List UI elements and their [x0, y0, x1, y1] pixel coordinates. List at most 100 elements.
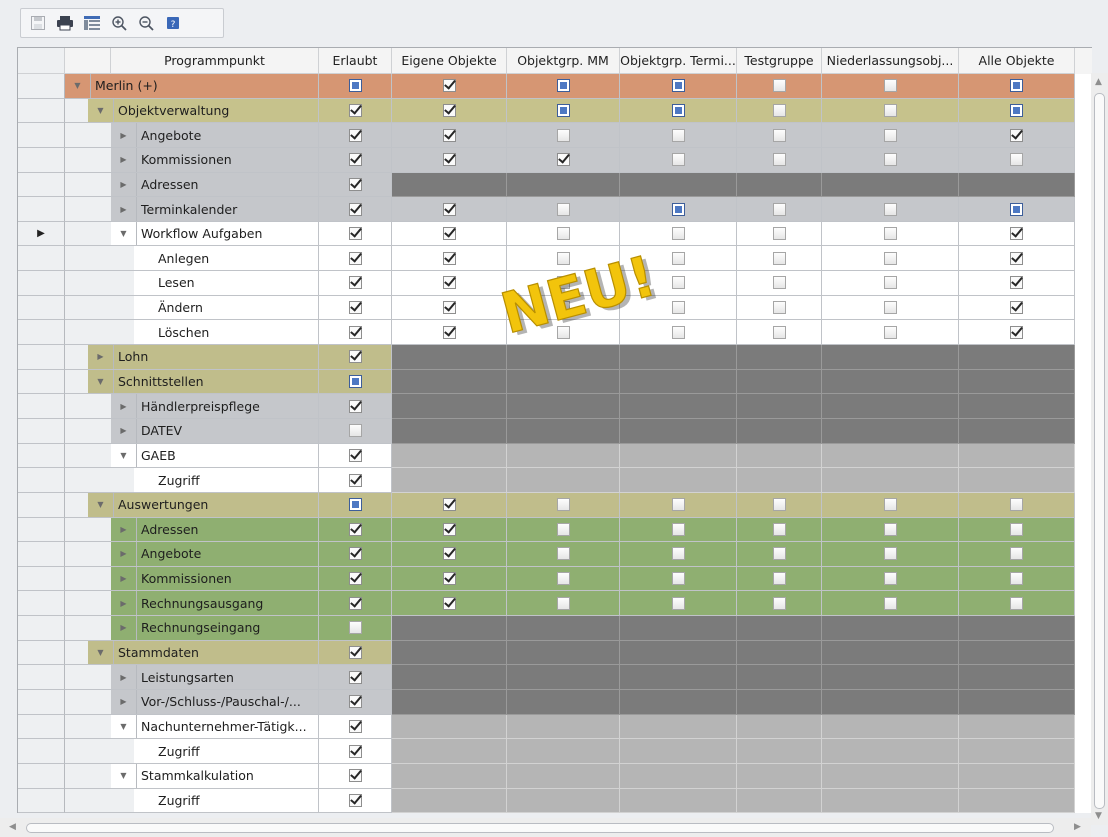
permission-cell-testgruppe[interactable]: [737, 295, 822, 321]
erlaubt-cell[interactable]: [319, 98, 392, 124]
zoom-out-icon[interactable]: [134, 11, 158, 35]
collapse-icon[interactable]: ▼: [88, 493, 113, 517]
permission-checkbox[interactable]: [556, 498, 570, 512]
permission-checkbox[interactable]: [1010, 301, 1023, 315]
column-header-objektgrp-mm[interactable]: Objektgrp. MM: [507, 48, 620, 74]
erlaubt-cell[interactable]: [319, 271, 392, 296]
scroll-right-icon[interactable]: ▶: [1074, 822, 1081, 832]
permission-checkbox[interactable]: [442, 498, 456, 512]
permission-cell-objektgrp-termi[interactable]: [620, 123, 737, 148]
table-row[interactable]: ▶ Adressen: [18, 517, 1092, 543]
erlaubt-checkbox[interactable]: [348, 276, 362, 290]
erlaubt-cell[interactable]: [319, 714, 392, 740]
erlaubt-cell[interactable]: [319, 542, 392, 567]
erlaubt-checkbox[interactable]: [348, 670, 362, 684]
column-chooser-icon[interactable]: [80, 11, 104, 35]
permission-checkbox[interactable]: [883, 547, 897, 561]
erlaubt-cell[interactable]: [319, 147, 392, 173]
permission-checkbox[interactable]: [1010, 202, 1023, 216]
expand-icon[interactable]: ▶: [111, 665, 136, 689]
permission-cell-eigene-objekte[interactable]: [392, 123, 507, 148]
erlaubt-cell[interactable]: [319, 665, 392, 691]
tree-cell[interactable]: ▶ Adressen: [65, 172, 319, 198]
permission-cell-alle-objekte[interactable]: [959, 591, 1075, 617]
erlaubt-checkbox[interactable]: [348, 79, 362, 93]
permission-checkbox[interactable]: [883, 522, 897, 536]
table-row[interactable]: ▶ Händlerpreispflege: [18, 394, 1092, 419]
horizontal-scroll-thumb[interactable]: [26, 823, 1054, 833]
permission-checkbox[interactable]: [671, 572, 685, 586]
erlaubt-cell[interactable]: [319, 345, 392, 370]
erlaubt-checkbox[interactable]: [348, 202, 362, 216]
collapse-icon[interactable]: ▼: [88, 370, 113, 394]
permission-cell-objektgrp-termi[interactable]: [620, 542, 737, 567]
permission-checkbox[interactable]: [883, 103, 897, 117]
permission-checkbox[interactable]: [883, 572, 897, 586]
permission-checkbox[interactable]: [556, 202, 570, 216]
erlaubt-checkbox[interactable]: [348, 177, 362, 191]
tree-cell[interactable]: Zugriff: [65, 788, 319, 814]
permission-checkbox[interactable]: [883, 202, 897, 216]
erlaubt-checkbox[interactable]: [348, 744, 362, 758]
erlaubt-cell[interactable]: [319, 123, 392, 148]
permission-cell-objektgrp-termi[interactable]: [620, 320, 737, 346]
permission-checkbox[interactable]: [556, 103, 570, 117]
expand-icon[interactable]: ▶: [111, 542, 136, 566]
permission-checkbox[interactable]: [772, 301, 786, 315]
permission-checkbox[interactable]: [1010, 572, 1023, 586]
tree-cell[interactable]: Lesen: [65, 271, 319, 296]
permission-cell-objektgrp-mm[interactable]: [507, 591, 620, 617]
permission-checkbox[interactable]: [671, 202, 685, 216]
erlaubt-checkbox[interactable]: [348, 572, 362, 586]
permission-checkbox[interactable]: [772, 547, 786, 561]
permission-cell-eigene-objekte[interactable]: [392, 271, 507, 296]
tree-cell[interactable]: Zugriff: [65, 468, 319, 493]
erlaubt-cell[interactable]: [319, 369, 392, 395]
erlaubt-checkbox[interactable]: [348, 793, 362, 807]
permission-cell-testgruppe[interactable]: [737, 517, 822, 543]
permission-checkbox[interactable]: [883, 153, 897, 167]
permission-checkbox[interactable]: [671, 522, 685, 536]
permission-cell-niederlassungsobj[interactable]: [822, 492, 959, 518]
permission-cell-testgruppe[interactable]: [737, 221, 822, 247]
permission-checkbox[interactable]: [1010, 128, 1023, 142]
permission-cell-eigene-objekte[interactable]: [392, 147, 507, 173]
permission-cell-testgruppe[interactable]: [737, 147, 822, 173]
permission-cell-niederlassungsobj[interactable]: [822, 566, 959, 592]
permission-cell-objektgrp-termi[interactable]: [620, 197, 737, 222]
permission-cell-niederlassungsobj[interactable]: [822, 221, 959, 247]
permission-cell-alle-objekte[interactable]: [959, 123, 1075, 148]
table-row[interactable]: ▶ ▼ Workflow Aufgaben: [18, 221, 1092, 247]
tree-cell[interactable]: ▼ Nachunternehmer-Tätigk...: [65, 714, 319, 740]
permission-checkbox[interactable]: [1010, 498, 1023, 512]
permission-checkbox[interactable]: [556, 596, 570, 610]
permission-cell-eigene-objekte[interactable]: [392, 566, 507, 592]
permission-cell-eigene-objekte[interactable]: [392, 517, 507, 543]
permission-cell-eigene-objekte[interactable]: [392, 542, 507, 567]
permission-cell-objektgrp-mm[interactable]: [507, 221, 620, 247]
permission-checkbox[interactable]: [772, 325, 786, 339]
tree-cell[interactable]: ▼ Objektverwaltung: [65, 98, 319, 124]
erlaubt-cell[interactable]: [319, 591, 392, 617]
table-row[interactable]: ▶ Adressen: [18, 172, 1092, 198]
erlaubt-cell[interactable]: [319, 172, 392, 198]
erlaubt-checkbox[interactable]: [348, 103, 362, 117]
permission-checkbox[interactable]: [442, 79, 456, 93]
save-icon[interactable]: [26, 11, 50, 35]
table-row[interactable]: Zugriff: [18, 739, 1092, 764]
erlaubt-cell[interactable]: [319, 640, 392, 666]
scroll-up-icon[interactable]: ▲: [1095, 77, 1102, 87]
permission-cell-eigene-objekte[interactable]: [392, 98, 507, 124]
erlaubt-cell[interactable]: [319, 763, 392, 789]
erlaubt-checkbox[interactable]: [348, 325, 362, 339]
permission-checkbox[interactable]: [671, 103, 685, 117]
permission-cell-alle-objekte[interactable]: [959, 566, 1075, 592]
permission-checkbox[interactable]: [671, 128, 685, 142]
erlaubt-cell[interactable]: [319, 394, 392, 419]
permission-cell-objektgrp-mm[interactable]: [507, 492, 620, 518]
permission-cell-niederlassungsobj[interactable]: [822, 542, 959, 567]
permission-cell-testgruppe[interactable]: [737, 123, 822, 148]
erlaubt-checkbox[interactable]: [348, 227, 362, 241]
permission-cell-objektgrp-mm[interactable]: [507, 123, 620, 148]
erlaubt-checkbox[interactable]: [348, 547, 362, 561]
